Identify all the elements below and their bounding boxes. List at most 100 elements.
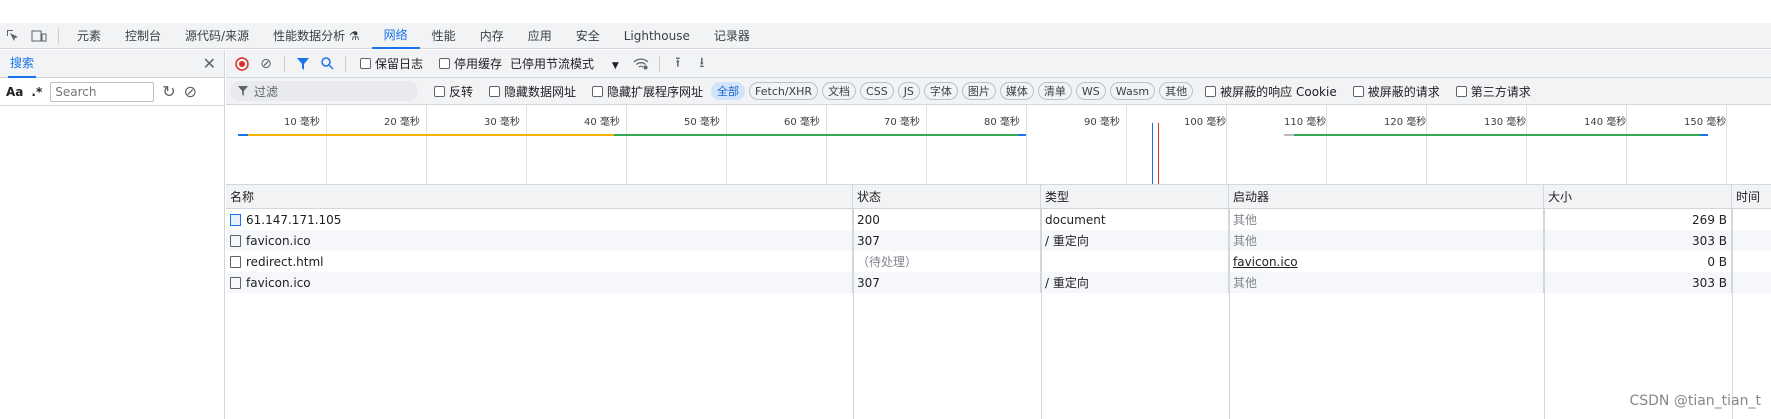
chip-wasm[interactable]: Wasm bbox=[1109, 82, 1156, 100]
export-har-icon[interactable]: ⭳ bbox=[690, 52, 714, 76]
chip-css[interactable]: CSS bbox=[860, 82, 894, 100]
timeline-tick-label: 150 毫秒 bbox=[1684, 117, 1727, 128]
requests-table: 名称 状态 类型 启动器 大小 时间 61.147.171.105 200 do… bbox=[226, 185, 1771, 419]
tab-console[interactable]: 控制台 bbox=[113, 23, 173, 49]
invert-checkbox[interactable]: 反转 bbox=[434, 83, 473, 100]
hide-extension-urls-checkbox[interactable]: 隐藏扩展程序网址 bbox=[592, 83, 703, 100]
col-status-header[interactable]: 状态 bbox=[853, 185, 1041, 208]
refresh-icon[interactable]: ↻ bbox=[162, 82, 175, 101]
cell-name[interactable]: favicon.ico bbox=[226, 272, 853, 293]
cell-size: 0 B bbox=[1544, 251, 1732, 272]
chip-img[interactable]: 图片 bbox=[961, 82, 996, 100]
chip-other[interactable]: 其他 bbox=[1159, 82, 1194, 100]
chip-media[interactable]: 媒体 bbox=[999, 82, 1034, 100]
blocked-requests-checkbox[interactable]: 被屏蔽的请求 bbox=[1352, 83, 1440, 100]
throttle-select[interactable]: 已停用节流模式 ▼ bbox=[510, 55, 619, 72]
chip-manifest[interactable]: 清单 bbox=[1037, 82, 1072, 100]
chip-ws[interactable]: WS bbox=[1075, 82, 1106, 100]
hide-data-urls-checkbox[interactable]: 隐藏数据网址 bbox=[489, 83, 576, 100]
search-icon[interactable] bbox=[315, 52, 339, 76]
checkbox-box[interactable] bbox=[434, 85, 445, 97]
timeline-gridline bbox=[826, 105, 827, 184]
network-conditions-icon[interactable] bbox=[629, 52, 653, 76]
col-name-header[interactable]: 名称 bbox=[226, 185, 853, 208]
tab-memory[interactable]: 内存 bbox=[468, 23, 516, 49]
cell-size: 269 B bbox=[1544, 209, 1732, 230]
timeline-tick-label: 50 毫秒 bbox=[684, 117, 720, 128]
inspect-element-icon[interactable] bbox=[0, 23, 26, 49]
cell-time bbox=[1732, 272, 1771, 293]
timeline-request-bar bbox=[1700, 134, 1708, 136]
search-panel-title[interactable]: 搜索 bbox=[8, 50, 37, 78]
tab-elements[interactable]: 元素 bbox=[65, 23, 113, 49]
tab-performance[interactable]: 性能 bbox=[420, 23, 468, 49]
close-icon[interactable]: ✕ bbox=[203, 54, 216, 73]
record-icon[interactable] bbox=[230, 52, 254, 76]
third-party-checkbox[interactable]: 第三方请求 bbox=[1455, 83, 1531, 100]
device-toolbar-icon[interactable] bbox=[26, 23, 52, 49]
devtools-tab-bar: 元素 控制台 源代码/来源 性能数据分析 ⚗ 网络 性能 内存 应用 安全 Li… bbox=[0, 23, 1771, 49]
column-divider bbox=[1544, 209, 1545, 419]
checkbox-box[interactable] bbox=[1455, 85, 1467, 97]
cell-name[interactable]: redirect.html bbox=[226, 251, 853, 272]
chip-fetch-xhr[interactable]: Fetch/XHR bbox=[749, 82, 819, 100]
checkbox-box[interactable] bbox=[489, 85, 501, 97]
tab-security[interactable]: 安全 bbox=[564, 23, 612, 49]
timeline-gridline bbox=[1026, 105, 1027, 184]
preserve-log-checkbox[interactable]: 保留日志 bbox=[360, 55, 423, 72]
chip-all[interactable]: 全部 bbox=[711, 82, 746, 100]
overview-timeline[interactable]: 10 毫秒 20 毫秒 30 毫秒 40 毫秒 50 毫秒 60 毫秒 70 毫秒 80 毫秒… bbox=[226, 105, 1771, 185]
search-input[interactable] bbox=[50, 81, 155, 102]
tab-performance-insights[interactable]: 性能数据分析 ⚗ bbox=[261, 23, 372, 49]
cell-name-text: favicon.ico bbox=[246, 275, 311, 290]
regex-toggle[interactable]: .* bbox=[31, 85, 42, 99]
tab-network[interactable]: 网络 bbox=[371, 23, 420, 49]
tab-application[interactable]: 应用 bbox=[516, 23, 564, 49]
column-divider bbox=[1229, 209, 1230, 419]
tab-sources[interactable]: 源代码/来源 bbox=[173, 23, 261, 49]
col-size-header[interactable]: 大小 bbox=[1544, 185, 1732, 208]
network-panel: ⊘ 保留日志 停用缓存 已停用节流模式 ▼ ⭱ ⭳ 过滤 反转 隐藏数据网址 隐… bbox=[226, 50, 1771, 419]
table-row[interactable]: redirect.html （待处理） favicon.ico 0 B bbox=[226, 251, 1771, 272]
disable-cache-checkbox[interactable]: 停用缓存 bbox=[439, 55, 502, 72]
clear-icon[interactable]: ⊘ bbox=[184, 82, 197, 101]
table-row[interactable]: favicon.ico 307 / 重定向 其他 303 B bbox=[226, 272, 1771, 293]
chip-js[interactable]: JS bbox=[897, 82, 920, 100]
match-case-toggle[interactable]: Aa bbox=[6, 85, 23, 99]
tab-recorder[interactable]: 记录器 bbox=[702, 23, 762, 49]
clear-log-icon[interactable]: ⊘ bbox=[254, 52, 278, 76]
timeline-tick-label: 110 毫秒 bbox=[1284, 117, 1327, 128]
file-icon bbox=[230, 234, 241, 247]
chip-font[interactable]: 字体 bbox=[923, 82, 958, 100]
checkbox-box[interactable] bbox=[592, 85, 604, 97]
cell-name[interactable]: favicon.ico bbox=[226, 230, 853, 251]
cell-type: / 重定向 bbox=[1041, 230, 1229, 251]
dom-content-loaded-marker bbox=[1152, 123, 1153, 184]
import-har-icon[interactable]: ⭱ bbox=[666, 52, 690, 76]
checkbox-box[interactable] bbox=[439, 58, 451, 69]
timeline-tick-label: 120 毫秒 bbox=[1384, 117, 1427, 128]
devtools-window: { "toolbar": { "tabs": ["元素", "控制台", "源代… bbox=[0, 0, 1771, 419]
cell-name[interactable]: 61.147.171.105 bbox=[226, 209, 853, 230]
col-initiator-header[interactable]: 启动器 bbox=[1229, 185, 1544, 208]
col-type-header[interactable]: 类型 bbox=[1041, 185, 1229, 208]
disable-cache-label: 停用缓存 bbox=[454, 57, 503, 71]
hide-data-urls-label: 隐藏数据网址 bbox=[504, 84, 577, 99]
checkbox-box[interactable] bbox=[1205, 85, 1217, 97]
blocked-cookies-checkbox[interactable]: 被屏蔽的响应 Cookie bbox=[1205, 83, 1337, 100]
cell-initiator: 其他 bbox=[1229, 272, 1544, 293]
table-row[interactable]: 61.147.171.105 200 document 其他 269 B bbox=[226, 209, 1771, 230]
chip-doc[interactable]: 文档 bbox=[822, 82, 857, 100]
filter-input[interactable]: 过滤 bbox=[230, 81, 418, 101]
timeline-request-bar bbox=[1284, 134, 1294, 136]
cell-initiator-link[interactable]: favicon.ico bbox=[1229, 251, 1544, 272]
col-time-header[interactable]: 时间 bbox=[1732, 185, 1771, 208]
filter-icon[interactable] bbox=[291, 52, 315, 76]
tab-lighthouse[interactable]: Lighthouse bbox=[612, 23, 702, 49]
cell-type: / 重定向 bbox=[1041, 272, 1229, 293]
timeline-tick-label: 30 毫秒 bbox=[484, 117, 520, 128]
checkbox-box[interactable] bbox=[360, 58, 371, 69]
table-row[interactable]: favicon.ico 307 / 重定向 其他 303 B bbox=[226, 230, 1771, 251]
chevron-down-icon: ▼ bbox=[611, 61, 619, 71]
checkbox-box[interactable] bbox=[1352, 85, 1364, 97]
